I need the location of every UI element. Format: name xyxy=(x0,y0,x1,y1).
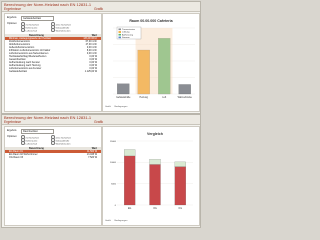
table-row[interactable]: OG Raum 03 7.520 W xyxy=(5,156,101,159)
y-tick-label: 5000 xyxy=(111,183,117,185)
results-pane: Ergebnis Raumheizlast Optionen mit Siche… xyxy=(4,126,102,226)
x-tick-label: Luft xyxy=(162,96,166,99)
comparison-bar-chart: Vergleich 0 5000 10000 15000 EG OG KG xyxy=(110,132,193,210)
y-tick-label: 10000 xyxy=(110,162,117,164)
legend-entry: Lüftung xyxy=(122,31,130,34)
chart-tabs: Grafik Bedingungen xyxy=(105,106,127,108)
chart-pane-2: Vergleich 0 5000 10000 15000 EG OG KG Grafik Be… xyxy=(102,126,200,226)
legend-swatch xyxy=(118,28,121,31)
chart-title: Raum 00.00.000 Cafeteria xyxy=(129,19,173,23)
result-select[interactable]: Raumheizlast xyxy=(21,129,54,134)
results-pane: Ergebnis Gebäudeheizlast Optionen mit Si… xyxy=(4,13,102,112)
x-tick-label: EG xyxy=(128,208,132,210)
chart-pane-1: Raum 00.00.000 Cafeteria Gebäudehülle Heiz… xyxy=(102,13,200,112)
x-tick-label: OG xyxy=(153,208,157,210)
cafeteria-bar-chart: Raum 00.00.000 Cafeteria Gebäudehülle Heiz… xyxy=(113,19,195,99)
x-tick-label: Gebäudehülle xyxy=(116,97,131,99)
tab-grafik[interactable]: Grafik xyxy=(105,106,111,108)
tab-bedingungen[interactable]: Bedingungen xyxy=(114,220,127,222)
chart-header: Grafik xyxy=(94,7,104,11)
x-tick-label: Heizung xyxy=(140,97,149,99)
legend-entry: Transmission xyxy=(122,28,136,31)
bar-segment xyxy=(124,155,136,206)
heizlast-panel-top: Berechnung der Norm-Heizlast nach EN 128… xyxy=(1,1,201,114)
results-header: Ergebnisse xyxy=(4,7,21,11)
chart-title: Vergleich xyxy=(147,132,163,136)
result-select-label: Ergebnis xyxy=(7,129,17,132)
chart-tabs: Grafik Bedingungen xyxy=(105,220,127,222)
tab-bedingungen[interactable]: Bedingungen xyxy=(114,106,127,108)
bar-segment xyxy=(124,149,136,157)
option-radio[interactable]: Wärmebrücken xyxy=(51,28,70,33)
option-radio[interactable]: Luftwechsel xyxy=(21,141,37,146)
x-tick-label: Wärmebrücke xyxy=(178,96,193,99)
bar xyxy=(178,84,191,95)
bar-segment xyxy=(149,159,161,165)
bar-segment xyxy=(174,161,186,167)
options-label: Optionen xyxy=(7,135,17,138)
results-header: Ergebnisse xyxy=(4,120,21,124)
chart-header: Grafik xyxy=(94,120,104,124)
legend-entry: Summe xyxy=(122,37,130,39)
options-label: Optionen xyxy=(7,22,17,25)
bar xyxy=(117,83,130,95)
y-tick-label: 0 xyxy=(115,205,117,207)
legend-swatch xyxy=(118,31,121,33)
legend-entry: Aufheizung xyxy=(122,33,134,36)
heizlast-panel-bottom: Berechnung der Norm-Heizlast nach EN 128… xyxy=(1,114,201,228)
y-tick-label: 15000 xyxy=(110,141,117,143)
chart-legend: TransmissionLüftungAufheizungSumme xyxy=(116,26,142,40)
panel-subheader: Ergebnisse Grafik xyxy=(2,120,200,125)
tab-grafik[interactable]: Grafik xyxy=(105,220,111,222)
legend-swatch xyxy=(118,33,121,36)
option-radio[interactable]: Luftwechsel xyxy=(21,28,37,33)
result-select[interactable]: Gebäudeheizlast xyxy=(21,16,54,21)
table-row[interactable]: Gebäudeheizlast 1.125,00 W xyxy=(5,70,101,73)
bar-segment xyxy=(174,166,186,206)
result-select-label: Ergebnis xyxy=(7,16,17,19)
bar-segment xyxy=(149,164,161,206)
option-radio[interactable]: Wärmebrücken xyxy=(51,141,70,146)
panel-subheader: Ergebnisse Grafik xyxy=(2,7,200,12)
legend-swatch xyxy=(118,36,121,39)
x-tick-label: KG xyxy=(179,208,183,210)
